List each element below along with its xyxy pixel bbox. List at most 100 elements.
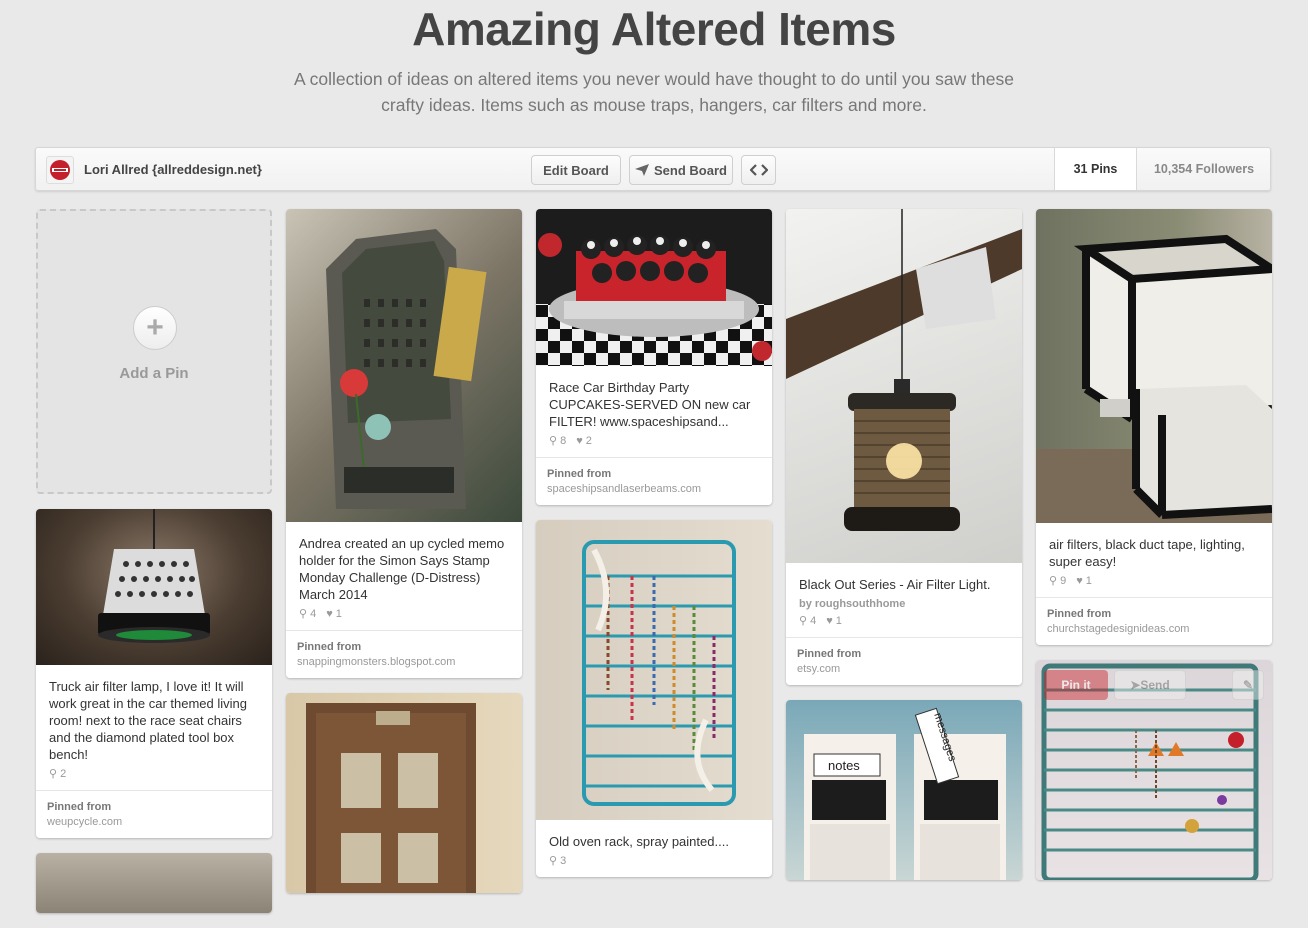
edit-pin-button[interactable]: ✎ — [1232, 670, 1264, 700]
pin-card[interactable] — [286, 693, 522, 893]
source-domain[interactable]: spaceshipsandlaserbeams.com — [547, 483, 761, 495]
add-pin-tile[interactable]: + Add a Pin — [36, 209, 272, 494]
air-filter-light-photo — [786, 209, 1022, 531]
mousetrap-notes-photo: notes messages — [804, 707, 1006, 880]
like-count: ♥ 2 — [576, 434, 592, 447]
notes-text: notes — [828, 758, 860, 773]
pin-column-1: + Add a Pin Truck air filter lamp, I lov… — [36, 209, 272, 928]
cube-lights-photo — [1036, 234, 1272, 523]
like-count: ♥ 1 — [826, 614, 842, 627]
send-plane-icon: ➤ — [1130, 678, 1141, 692]
pin-it-label: Pin it — [1061, 678, 1091, 692]
pin-source[interactable]: Pinned from spaceshipsandlaserbeams.com — [536, 457, 772, 505]
like-count: ♥ 1 — [326, 607, 342, 620]
board-description: A collection of ideas on altered items y… — [294, 69, 1014, 115]
add-plus-icon: + — [133, 306, 177, 350]
pins-count-label: 31 Pins — [1073, 162, 1118, 176]
edit-board-label: Edit Board — [543, 162, 609, 178]
pin-image[interactable]: Pin it ➤ Send ✎ — [1036, 660, 1272, 880]
pin-column-3: Race Car Birthday Party CUPCAKES-SERVED … — [536, 209, 772, 892]
pin-image[interactable] — [36, 509, 272, 665]
repin-count: ⚲ 9 — [1049, 574, 1067, 588]
heart-icon: ♥ — [576, 434, 583, 447]
pin-stats: ⚲ 3 — [549, 854, 759, 868]
pin-card[interactable]: Truck air filter lamp, I love it! It wil… — [36, 509, 272, 838]
repin-count: ⚲ 8 — [549, 434, 567, 448]
oven-rack-photo — [582, 540, 736, 806]
send-board-button[interactable]: Send Board — [629, 155, 733, 185]
source-domain[interactable]: snappingmonsters.blogspot.com — [297, 656, 511, 668]
pin-column-2: Andrea created an up cycled memo holder … — [286, 209, 522, 908]
repin-icon: ⚲ — [549, 855, 558, 867]
pin-source[interactable]: Pinned from churchstagedesignideas.com — [1036, 597, 1272, 645]
pin-column-5: air filters, black duct tape, lighting, … — [1036, 209, 1272, 895]
board-header-bar: Lori Allred {allreddesign.net} Edit Boar… — [35, 147, 1271, 191]
pin-source[interactable]: Pinned from etsy.com — [786, 637, 1022, 685]
like-count: ♥ 1 — [1076, 574, 1092, 587]
pinned-from-label: Pinned from — [1047, 608, 1112, 620]
pin-source[interactable]: Pinned from snappingmonsters.blogspot.co… — [286, 630, 522, 678]
repin-count: ⚲ 2 — [49, 767, 67, 781]
pin-image[interactable] — [286, 209, 522, 522]
pin-image[interactable] — [536, 520, 772, 820]
add-pin-label: Add a Pin — [119, 365, 189, 382]
followers-count-tab[interactable]: 10,354 Followers — [1136, 148, 1271, 190]
pin-card[interactable]: air filters, black duct tape, lighting, … — [1036, 209, 1272, 645]
owner-name-link[interactable]: Lori Allred {allreddesign.net} — [84, 162, 262, 177]
source-domain[interactable]: etsy.com — [797, 663, 1011, 675]
heart-icon: ♥ — [1076, 574, 1083, 587]
pencil-icon: ✎ — [1242, 678, 1254, 692]
pin-card[interactable]: Race Car Birthday Party CUPCAKES-SERVED … — [536, 209, 772, 505]
pin-image[interactable] — [786, 209, 1022, 563]
pin-credit[interactable]: by roughsouthhome — [799, 598, 1009, 610]
send-pin-button[interactable]: ➤ Send — [1114, 670, 1186, 700]
pin-source[interactable]: Pinned from weupcycle.com — [36, 790, 272, 838]
pin-image[interactable] — [286, 693, 522, 893]
owner-avatar[interactable] — [46, 156, 74, 184]
pin-image[interactable] — [536, 209, 772, 366]
filter-lamp-photo — [98, 509, 210, 643]
cupcakes-photo — [536, 233, 772, 366]
pinned-from-label: Pinned from — [547, 468, 612, 480]
pin-column-4: Black Out Series - Air Filter Light. by … — [786, 209, 1022, 895]
pin-description: Old oven rack, spray painted.... — [549, 834, 729, 849]
pin-stats: ⚲ 4 ♥ 1 — [799, 614, 1009, 628]
followers-count-label: 10,354 Followers — [1153, 162, 1255, 176]
pin-description: Truck air filter lamp, I love it! It wil… — [49, 679, 247, 762]
pin-image[interactable]: notes messages — [786, 700, 1022, 880]
edit-board-button[interactable]: Edit Board — [531, 155, 621, 185]
pin-stats: ⚲ 9 ♥ 1 — [1049, 574, 1259, 588]
repin-icon: ⚲ — [799, 615, 808, 627]
code-embed-icon — [749, 164, 768, 176]
embed-button[interactable] — [741, 155, 776, 185]
pinned-from-label: Pinned from — [297, 641, 362, 653]
pin-image[interactable] — [1036, 209, 1272, 523]
pin-card[interactable]: Black Out Series - Air Filter Light. by … — [786, 209, 1022, 685]
board-title: Amazing Altered Items — [412, 3, 896, 55]
paper-plane-icon — [635, 164, 650, 176]
owner-logo-icon — [50, 160, 70, 180]
pin-image[interactable] — [36, 853, 272, 913]
source-domain[interactable]: weupcycle.com — [47, 816, 261, 828]
pin-stats: ⚲ 2 — [49, 767, 259, 781]
repin-icon: ⚲ — [49, 768, 58, 780]
repin-count: ⚲ 4 — [799, 614, 817, 628]
pin-hover-actions: Pin it ➤ Send ✎ — [1044, 670, 1264, 700]
pin-card[interactable] — [36, 853, 272, 913]
pin-card[interactable]: Pin it ➤ Send ✎ — [1036, 660, 1272, 880]
pin-description: air filters, black duct tape, lighting, … — [1049, 537, 1245, 569]
wood-memo-board-photo — [306, 703, 476, 893]
repin-count: ⚲ 3 — [549, 854, 567, 868]
pin-card[interactable]: Andrea created an up cycled memo holder … — [286, 209, 522, 678]
pin-stats: ⚲ 8 ♥ 2 — [549, 434, 759, 448]
pin-card[interactable]: Old oven rack, spray painted.... ⚲ 3 — [536, 520, 772, 877]
heart-icon: ♥ — [326, 607, 333, 620]
pinned-from-label: Pinned from — [47, 801, 112, 813]
pins-count-tab[interactable]: 31 Pins — [1054, 148, 1136, 190]
pin-stats: ⚲ 4 ♥ 1 — [299, 607, 509, 621]
repin-icon: ⚲ — [549, 435, 558, 447]
pinned-from-label: Pinned from — [797, 648, 862, 660]
pin-card[interactable]: notes messages — [786, 700, 1022, 880]
source-domain[interactable]: churchstagedesignideas.com — [1047, 623, 1261, 635]
pin-it-button[interactable]: Pin it — [1044, 670, 1108, 700]
